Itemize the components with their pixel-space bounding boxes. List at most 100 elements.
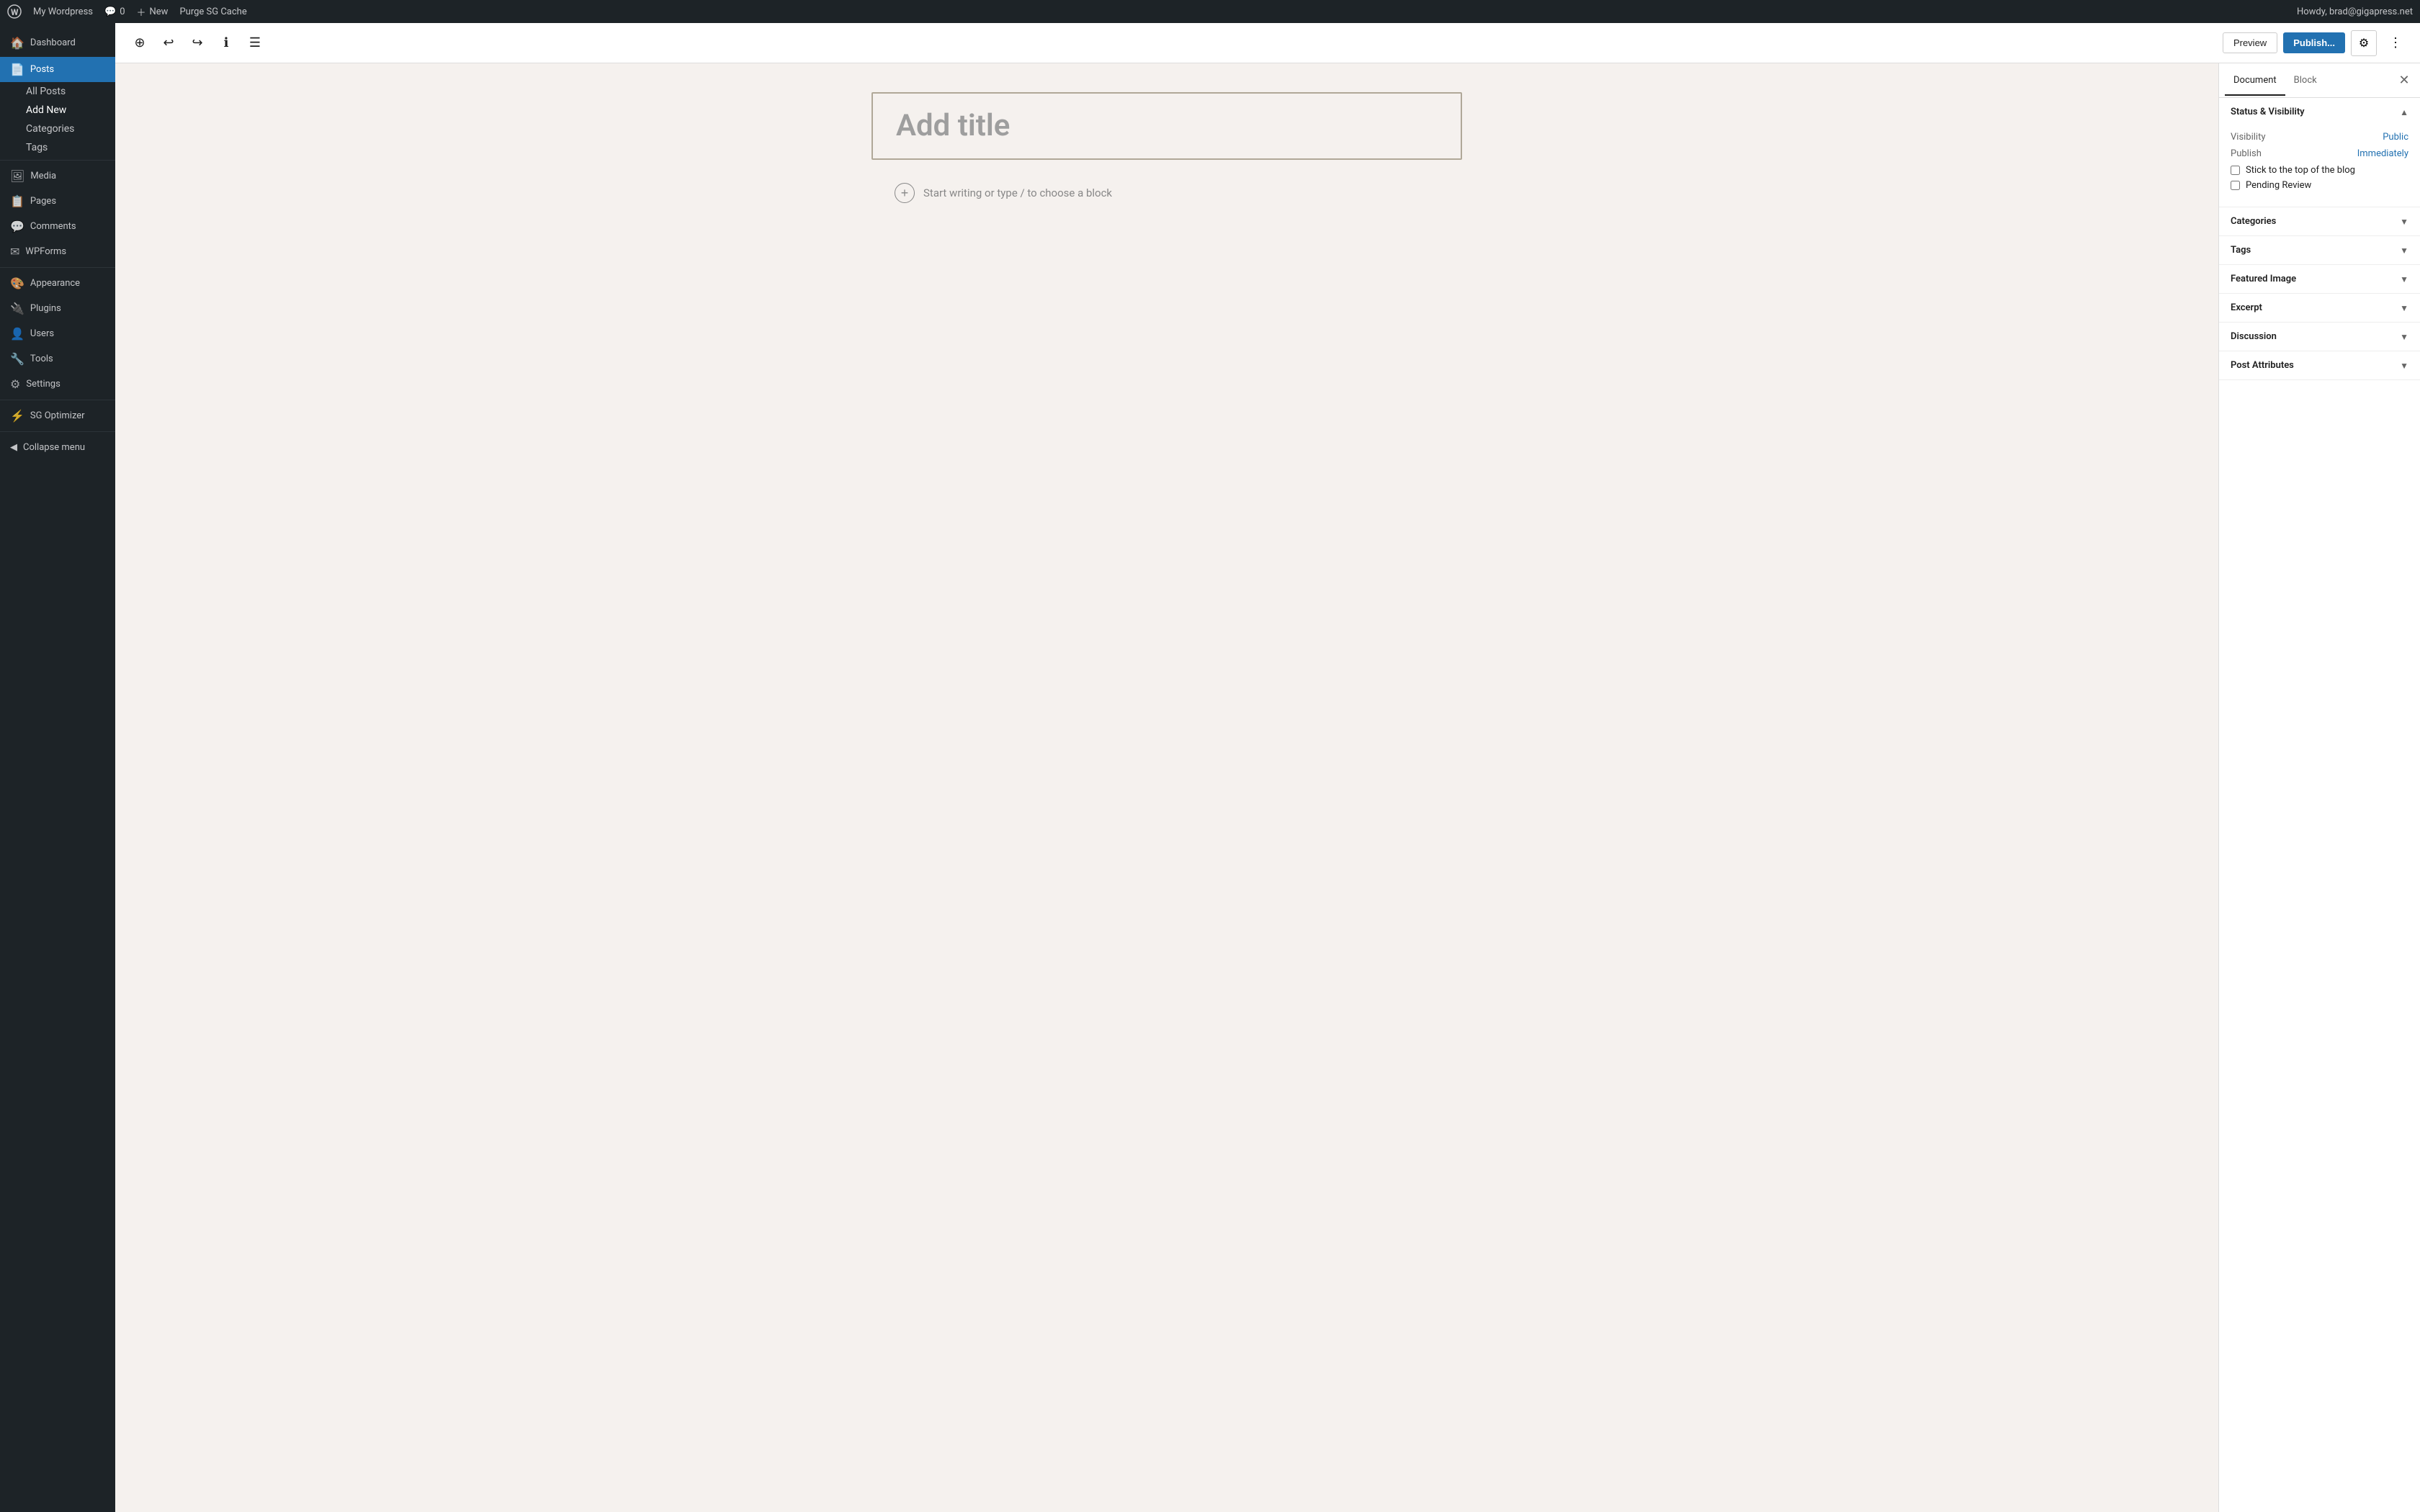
block-start-area: + Start writing or type / to choose a bl… [871,177,1462,209]
status-visibility-body: Visibility Public Publish Immediately St… [2219,126,2420,207]
tags-section-title: Tags [2231,245,2251,256]
editor-settings-button[interactable]: ⚙ [2351,30,2377,56]
title-area[interactable] [871,92,1462,160]
categories-section-title: Categories [2231,216,2276,227]
admin-bar-site-name[interactable]: My Wordpress [33,6,93,17]
panel-tabs: Document Block ✕ [2219,63,2420,98]
add-block-button[interactable]: ⊕ [127,30,153,56]
undo-button[interactable]: ↩ [156,30,182,56]
tools-icon: 🔧 [10,352,24,366]
block-placeholder-text: Start writing or type / to choose a bloc… [923,186,1112,199]
panel-close-button[interactable]: ✕ [2394,71,2414,91]
section-status-visibility: Status & Visibility ▲ Visibility Public … [2219,98,2420,207]
block-tab-label: Block [2294,75,2317,86]
sidebar-item-wpforms[interactable]: ✉ WPForms [0,239,115,264]
tab-document[interactable]: Document [2225,66,2285,96]
sidebar-item-tools[interactable]: 🔧 Tools [0,346,115,372]
new-icon: ＋ [137,5,146,19]
appearance-label: Appearance [30,278,80,289]
visibility-value[interactable]: Public [2383,132,2408,143]
stick-to-top-checkbox[interactable] [2231,166,2240,175]
list-view-button[interactable]: ☰ [242,30,268,56]
excerpt-title: Excerpt [2231,302,2262,313]
collapse-menu-button[interactable]: ◀ Collapse menu [0,435,115,460]
publish-row: Publish Immediately [2231,148,2408,159]
howdy-text: Howdy, brad@gigapress.net [2297,6,2413,17]
editor-toolbar: ⊕ ↩ ↪ ℹ ☰ Preview Publish... ⚙ ⋮ [115,23,2420,63]
add-block-inline-button[interactable]: + [895,183,915,203]
redo-button[interactable]: ↪ [184,30,210,56]
comments-count: 0 [120,6,125,17]
sidebar-sub-categories[interactable]: Categories [26,120,115,138]
section-tags: Tags ▼ [2219,236,2420,265]
sidebar-item-plugins[interactable]: 🔌 Plugins [0,296,115,321]
section-tags-header[interactable]: Tags ▼ [2219,236,2420,264]
preview-button[interactable]: Preview [2223,32,2277,53]
publish-value[interactable]: Immediately [2357,148,2408,159]
section-post-attributes: Post Attributes ▼ [2219,351,2420,380]
section-featured-image-header[interactable]: Featured Image ▼ [2219,265,2420,293]
sidebar: 🏠 Dashboard 📄 Posts All Posts Add New Ca… [0,23,115,1512]
section-status-visibility-header[interactable]: Status & Visibility ▲ [2219,98,2420,126]
sidebar-item-comments[interactable]: 💬 Comments [0,214,115,239]
site-name-label: My Wordpress [33,6,93,17]
media-label: Media [30,171,56,181]
dashboard-icon: 🏠 [10,36,24,50]
admin-bar-new[interactable]: ＋ New [137,5,169,19]
svg-text:W: W [11,7,19,17]
sidebar-item-posts[interactable]: 📄 Posts [0,57,115,82]
sidebar-item-sg-optimizer[interactable]: ⚡ SG Optimizer [0,403,115,428]
tab-block[interactable]: Block [2285,66,2326,96]
settings-icon: ⚙ [10,377,20,391]
pending-review-checkbox[interactable] [2231,181,2240,190]
users-icon: 👤 [10,327,24,341]
new-label: New [150,6,169,17]
section-post-attributes-header[interactable]: Post Attributes ▼ [2219,351,2420,379]
appearance-icon: 🎨 [10,276,24,290]
sidebar-item-pages[interactable]: 📋 Pages [0,189,115,214]
toolbar-right: Preview Publish... ⚙ ⋮ [2223,30,2408,56]
visibility-label: Visibility [2231,132,2266,143]
sg-optimizer-icon: ⚡ [10,409,24,423]
categories-chevron: ▼ [2400,217,2408,227]
admin-bar-purge[interactable]: Purge SG Cache [179,6,246,17]
excerpt-chevron: ▼ [2400,303,2408,313]
stick-to-top-label: Stick to the top of the blog [2246,165,2355,176]
title-input[interactable] [896,108,1438,144]
publish-button[interactable]: Publish... [2283,32,2345,53]
publish-label: Publish [2231,148,2262,159]
sidebar-sub-tags[interactable]: Tags [26,138,115,157]
sidebar-item-dashboard[interactable]: 🏠 Dashboard [0,29,115,57]
dashboard-label: Dashboard [30,37,76,48]
editor-canvas[interactable]: + Start writing or type / to choose a bl… [115,63,2218,1512]
publish-label: Publish... [2293,37,2335,48]
sidebar-item-appearance[interactable]: 🎨 Appearance [0,271,115,296]
featured-image-title: Featured Image [2231,274,2296,284]
section-discussion-header[interactable]: Discussion ▼ [2219,323,2420,351]
comments-icon: 💬 [10,220,24,233]
section-excerpt-header[interactable]: Excerpt ▼ [2219,294,2420,322]
admin-bar-howdy: Howdy, brad@gigapress.net [2297,6,2413,17]
admin-bar-wp-logo[interactable]: W [7,4,22,19]
sidebar-item-users[interactable]: 👤 Users [0,321,115,346]
sidebar-item-settings[interactable]: ⚙ Settings [0,372,115,397]
sidebar-sub-add-new[interactable]: Add New [26,101,115,120]
sidebar-sep-2 [0,267,115,268]
document-tab-label: Document [2233,75,2277,86]
posts-submenu: All Posts Add New Categories Tags [0,82,115,157]
details-button[interactable]: ℹ [213,30,239,56]
options-button[interactable]: ⋮ [2383,30,2408,56]
collapse-label: Collapse menu [23,442,85,453]
admin-bar-comments[interactable]: 💬 0 [104,6,125,17]
right-panel: Document Block ✕ Status & Visibility ▲ [2218,63,2420,1512]
all-posts-label: All Posts [26,86,66,97]
post-editor: + Start writing or type / to choose a bl… [871,92,1462,209]
sidebar-sub-all-posts[interactable]: All Posts [26,82,115,101]
sidebar-item-media[interactable]: 🖼 Media [0,163,115,189]
section-excerpt: Excerpt ▼ [2219,294,2420,323]
content-area: ⊕ ↩ ↪ ℹ ☰ Preview Publish... ⚙ ⋮ [115,23,2420,1512]
visibility-row: Visibility Public [2231,132,2408,143]
purge-label: Purge SG Cache [179,6,246,17]
section-categories-header[interactable]: Categories ▼ [2219,207,2420,235]
comments-label: Comments [30,221,76,232]
